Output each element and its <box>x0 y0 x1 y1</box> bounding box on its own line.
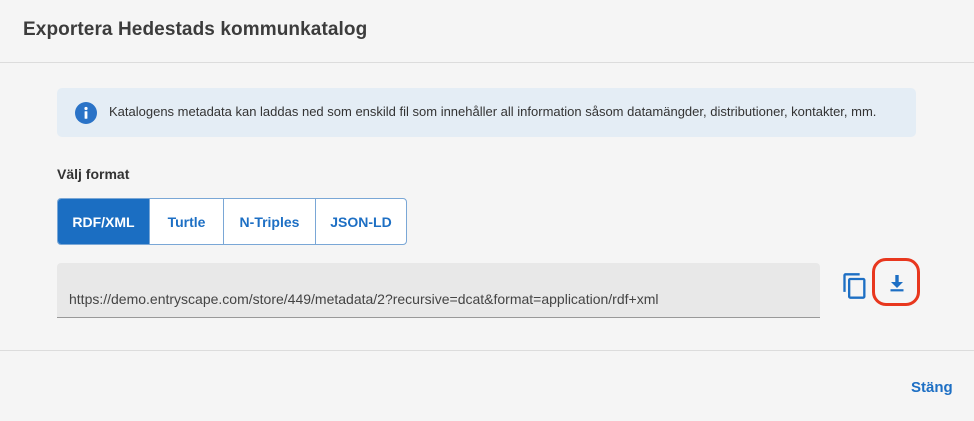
footer-divider <box>0 350 974 351</box>
format-jsonld-button[interactable]: JSON-LD <box>316 199 406 244</box>
format-ntriples-button[interactable]: N-Triples <box>224 199 316 244</box>
dialog-title: Exportera Hedestads kommunkatalog <box>23 19 368 40</box>
download-button[interactable] <box>872 258 920 306</box>
copy-icon <box>843 273 866 299</box>
format-rdfxml-button[interactable]: RDF/XML <box>58 199 150 244</box>
download-icon <box>890 275 904 292</box>
close-button[interactable]: Stäng <box>911 379 953 396</box>
dialog-header: Exportera Hedestads kommunkatalog <box>0 0 974 63</box>
format-label: Välj format <box>57 166 130 182</box>
format-turtle-button[interactable]: Turtle <box>150 199 224 244</box>
info-icon <box>75 102 97 124</box>
format-button-group: RDF/XML Turtle N-Triples JSON-LD <box>57 198 407 245</box>
export-url-field[interactable]: https://demo.entryscape.com/store/449/me… <box>57 263 820 318</box>
copy-button[interactable] <box>841 272 869 300</box>
info-text: Katalogens metadata kan laddas ned som e… <box>109 104 877 119</box>
info-alert: Katalogens metadata kan laddas ned som e… <box>57 88 916 137</box>
export-url-value[interactable]: https://demo.entryscape.com/store/449/me… <box>69 291 658 307</box>
